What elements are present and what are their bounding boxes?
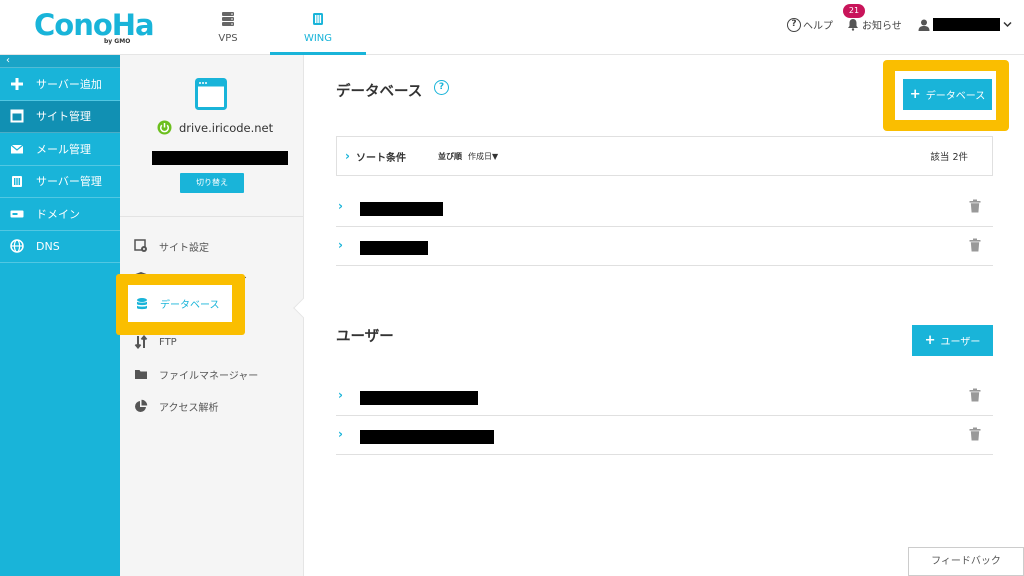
database-row[interactable]: › [336,188,993,227]
notifications-link[interactable]: お知らせ [847,17,902,32]
trash-icon[interactable] [969,427,981,441]
sidebar-item-server-manage[interactable]: サーバー管理 [0,166,120,198]
power-icon [157,120,172,135]
domain-icon [10,210,24,218]
menu-item-file-manager[interactable]: ファイルマネージャー [120,358,304,390]
top-nav-vps[interactable]: VPS [186,0,270,55]
database-row[interactable]: › [336,227,993,266]
top-nav-wing[interactable]: WING [270,0,366,55]
user-name-redacted [360,430,494,444]
mail-icon [10,144,24,154]
menu-item-label: ファイルマネージャー [159,370,259,382]
main-content: データベース ? + データベース › ソート条件 並び順 作成日▼ 該当 2件… [305,55,1024,576]
result-count: 該当 2件 [930,152,968,163]
database-menu-highlight: データベース [116,274,245,335]
sidebar-item-label: サーバー追加 [36,77,102,91]
ftp-icon [134,335,148,349]
logo-text: ConoHa [34,8,155,42]
folder-icon [135,370,147,379]
trash-icon[interactable] [969,199,981,213]
top-nav: VPS WING [186,0,366,55]
add-user-button[interactable]: + ユーザー [912,325,993,356]
conoha-logo[interactable]: ConoHa by GMO [34,8,155,48]
site-settings-icon [134,239,147,252]
sidebar-item-mail[interactable]: メール管理 [0,133,120,166]
sidebar-item-add-server[interactable]: サーバー追加 [0,68,120,101]
user-name-redacted [360,391,478,405]
database-help-icon[interactable]: ? [434,80,449,95]
trash-icon[interactable] [969,388,981,402]
site-info-redacted [152,151,288,165]
database-icon [137,297,147,309]
sort-key-label: 並び順 [437,151,462,161]
user-section-title: ユーザー [336,329,394,345]
sidebar-collapse-button[interactable]: ‹ [0,55,120,68]
help-icon: ? [787,17,801,32]
sort-order-select[interactable]: 作成日▼ [468,151,498,162]
menu-item-access-analytics[interactable]: アクセス解析 [120,390,304,422]
add-user-label: ユーザー [940,337,981,348]
database-name-redacted [360,202,443,216]
top-nav-wing-label: WING [303,33,333,44]
sidebar-item-label: メール管理 [36,142,91,156]
notifications-label: お知らせ [862,21,902,32]
plus-icon: + [909,87,921,102]
site-icon [10,109,24,123]
user-row[interactable]: › [336,416,993,455]
chevron-right-icon: › [345,149,350,163]
sidebar-item-dns[interactable]: DNS [0,231,120,263]
add-database-label: データベース [925,91,986,102]
left-sidebar: ‹ サーバー追加 サイト管理 メール管理 サーバー管理 ドメイン DNS [0,55,120,576]
sidebar-item-site[interactable]: サイト管理 [0,100,120,133]
plus-icon: + [924,333,936,348]
menu-item-label: アクセス解析 [159,402,219,414]
sort-bar[interactable]: › ソート条件 並び順 作成日▼ 該当 2件 [336,136,993,176]
site-summary: drive.iricode.net 切り替え [120,55,303,217]
trash-icon[interactable] [969,238,981,252]
sort-label: ソート条件 [355,152,406,164]
sidebar-item-label: サーバー管理 [36,175,102,189]
bell-icon [848,19,858,31]
database-menu-highlight-label: データベース [160,300,220,311]
user-icon [918,19,930,31]
menu-item-site-settings[interactable]: サイト設定 [120,230,304,262]
user-name-redacted [933,18,1000,31]
site-domain: drive.iricode.net [157,120,273,135]
top-header: ConoHa by GMO VPS WING ? ヘルプ 21 お知らせ [0,0,1024,55]
database-menu-highlight-item[interactable]: データベース [128,285,232,322]
add-database-button[interactable]: + データベース [903,79,992,110]
notification-badge: 21 [843,4,865,18]
user-row[interactable]: › [336,377,993,416]
wing-icon [313,13,323,25]
database-name-redacted [360,241,428,255]
help-label: ヘルプ [803,21,833,32]
chevron-right-icon: › [338,388,343,402]
menu-item-label: FTP [159,336,177,348]
sidebar-item-domain[interactable]: ドメイン [0,198,120,231]
chevron-right-icon: › [338,199,343,213]
sidebar-item-label: サイト管理 [36,110,91,124]
chevron-right-icon: › [338,238,343,252]
globe-icon [10,239,24,253]
server-icon [222,12,234,26]
window-icon [195,78,227,110]
sidebar-item-label: DNS [36,239,60,253]
chevron-right-icon: › [338,427,343,441]
top-nav-vps-label: VPS [218,33,238,44]
plus-icon [11,77,23,90]
logo-sub-text: by GMO [104,38,131,45]
chevron-down-icon [1003,21,1012,28]
server-manage-icon [12,176,22,188]
menu-item-label: サイト設定 [159,242,209,254]
site-domain-text: drive.iricode.net [179,120,274,135]
sidebar-item-label: ドメイン [36,207,80,221]
help-link[interactable]: ? ヘルプ [787,17,833,32]
feedback-button[interactable]: フィードバック [908,547,1024,576]
database-section-title: データベース [336,84,423,100]
user-menu[interactable] [918,18,1012,31]
switch-site-button[interactable]: 切り替え [180,173,244,193]
pie-chart-icon [135,399,148,412]
